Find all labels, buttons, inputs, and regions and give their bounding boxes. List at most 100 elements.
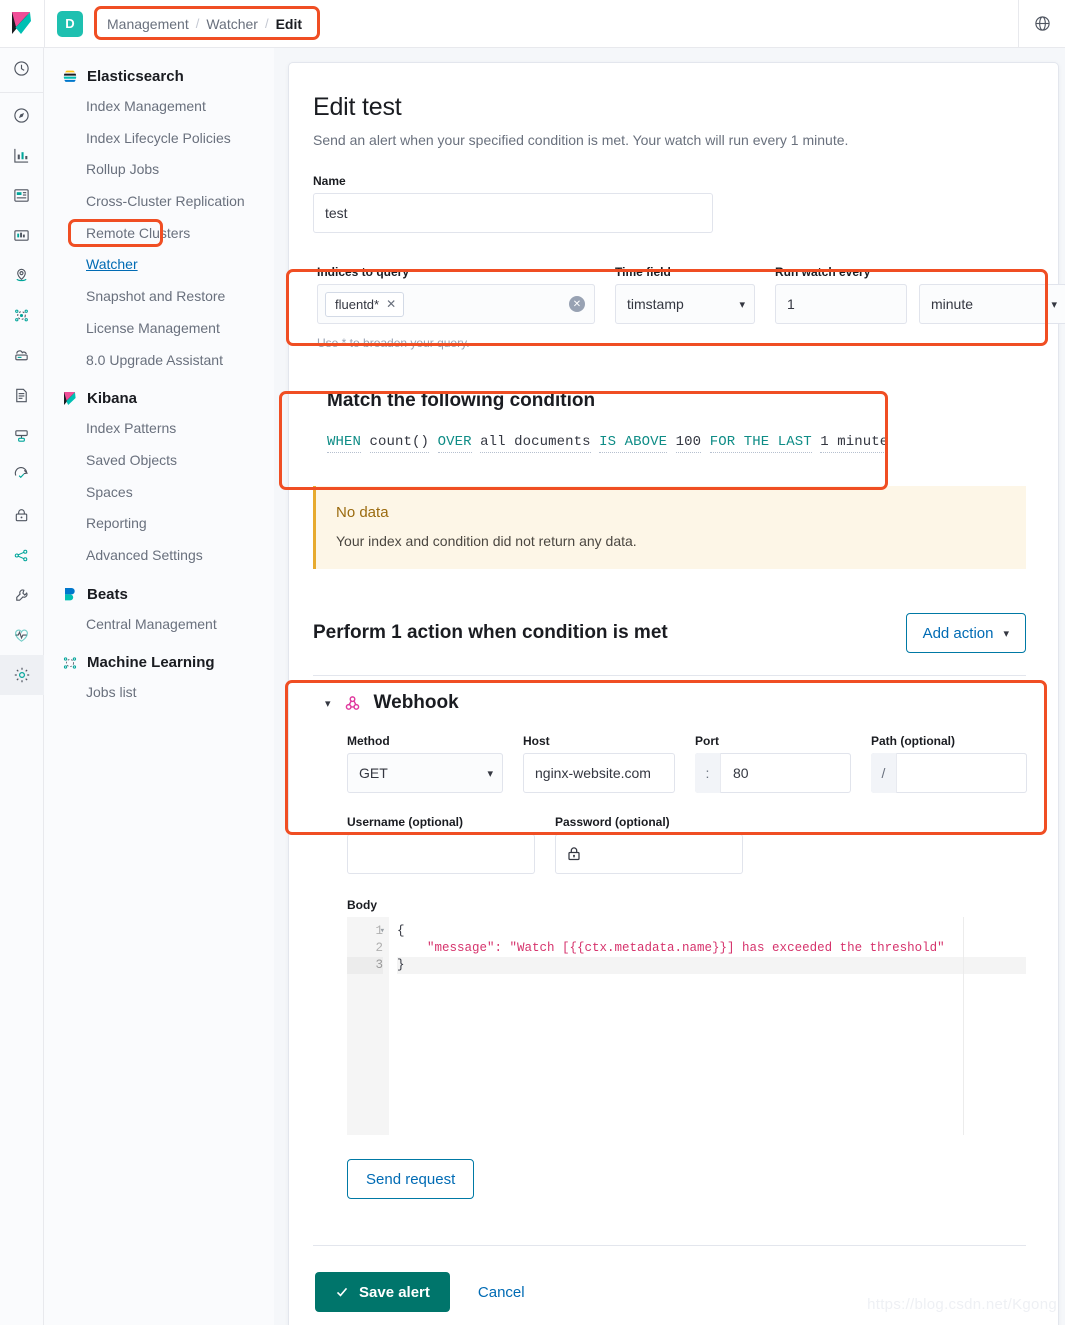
- indices-combobox[interactable]: fluentd* ✕ ✕: [317, 284, 595, 324]
- canvas-icon[interactable]: [0, 215, 44, 255]
- save-alert-button[interactable]: Save alert: [315, 1272, 450, 1312]
- breadcrumb-separator-2: /: [264, 16, 269, 31]
- indices-label: Indices to query: [317, 265, 410, 279]
- chevron-down-icon: ▾: [487, 767, 493, 780]
- username-input[interactable]: [347, 834, 535, 874]
- dashboard-icon[interactable]: [0, 175, 44, 215]
- editor-code-area[interactable]: { "message": "Watch [{{ctx.metadata.name…: [389, 917, 1026, 1135]
- breadcrumb-management[interactable]: Management: [107, 16, 189, 32]
- run-every-input[interactable]: [775, 284, 907, 324]
- sidebar-item-index-patterns[interactable]: Index Patterns: [44, 413, 274, 445]
- method-select[interactable]: GET ▾: [347, 753, 503, 793]
- query-config-row: Indices to query fluentd* ✕ ✕ Time field: [313, 259, 1065, 328]
- space-avatar[interactable]: D: [57, 10, 83, 37]
- name-input[interactable]: [313, 193, 713, 233]
- sidebar-item-spaces[interactable]: Spaces: [44, 477, 274, 509]
- time-field-label: Time field: [615, 265, 671, 279]
- condition-section: Match the following condition WHEN count…: [313, 378, 1026, 468]
- host-input[interactable]: [523, 753, 675, 793]
- dev-tools-icon[interactable]: [0, 575, 44, 615]
- sidebar-item-saved-objects[interactable]: Saved Objects: [44, 445, 274, 477]
- password-input[interactable]: [555, 834, 743, 874]
- chevron-down-icon[interactable]: ▾: [325, 697, 331, 710]
- sidebar-item-jobs-list[interactable]: Jobs list: [44, 677, 274, 709]
- gutter-line-1: 1 ▾: [347, 923, 385, 940]
- sidebar-item-license-management[interactable]: License Management: [44, 313, 274, 345]
- path-input-wrapper[interactable]: /: [871, 753, 1027, 793]
- port-input-wrapper[interactable]: : 80: [695, 753, 851, 793]
- webhook-header[interactable]: ▾ Webhook: [313, 676, 1026, 728]
- nav-group-label: Elasticsearch: [87, 68, 184, 85]
- condition-token-over[interactable]: OVER: [437, 434, 472, 453]
- body-code-editor[interactable]: 1 ▾ 2 3 { "message": "Watch [{{ctx.metada…: [347, 917, 1026, 1135]
- uptime-icon[interactable]: [0, 455, 44, 495]
- method-label: Method: [347, 734, 390, 748]
- clear-all-icon[interactable]: ✕: [569, 296, 585, 312]
- remove-index-icon[interactable]: ✕: [386, 298, 396, 310]
- recently-viewed-icon[interactable]: [0, 48, 44, 88]
- sidebar-item-rollup-jobs[interactable]: Rollup Jobs: [44, 154, 274, 186]
- fold-toggle-icon[interactable]: ▾: [380, 923, 385, 940]
- machine-learning-icon[interactable]: [0, 295, 44, 335]
- nav-group-title-beats: Beats: [44, 580, 274, 609]
- name-field-group: Name: [313, 174, 713, 233]
- run-every-unit-select[interactable]: minute ▾: [919, 284, 1065, 324]
- visualize-icon[interactable]: [0, 135, 44, 175]
- time-field-select[interactable]: timstamp ▾: [615, 284, 755, 324]
- sidebar-item-index-lifecycle-policies[interactable]: Index Lifecycle Policies: [44, 123, 274, 155]
- password-label: Password (optional): [555, 815, 670, 829]
- send-request-button[interactable]: Send request: [347, 1159, 475, 1199]
- code-line-1: {: [397, 924, 405, 938]
- cancel-button[interactable]: Cancel: [478, 1284, 525, 1301]
- sidebar-item-remote-clusters[interactable]: Remote Clusters: [44, 218, 274, 250]
- sidebar-item-advanced-settings[interactable]: Advanced Settings: [44, 540, 274, 572]
- apm-icon[interactable]: [0, 415, 44, 455]
- sidebar-item-index-management[interactable]: Index Management: [44, 91, 274, 123]
- infrastructure-icon[interactable]: [0, 335, 44, 375]
- sidebar-item-snapshot-and-restore[interactable]: Snapshot and Restore: [44, 281, 274, 313]
- condition-token-window[interactable]: 1 minute: [820, 434, 889, 453]
- maps-icon[interactable]: [0, 255, 44, 295]
- method-field-group: Method GET ▾: [347, 734, 503, 793]
- path-input[interactable]: [897, 753, 921, 793]
- add-action-label: Add action: [922, 624, 994, 642]
- code-line-3: }: [397, 957, 1026, 974]
- condition-token-agg[interactable]: count(): [369, 434, 430, 453]
- discover-icon[interactable]: [0, 95, 44, 135]
- host-label: Host: [523, 734, 550, 748]
- print-margin-guide: [963, 917, 964, 1135]
- body-label: Body: [347, 898, 377, 912]
- top-header: D Management / Watcher / Edit: [0, 0, 1065, 48]
- indices-field-group: Indices to query fluentd* ✕ ✕: [317, 265, 595, 324]
- header-right: [1018, 0, 1065, 48]
- port-input[interactable]: 80: [721, 753, 761, 793]
- condition-token-comparator[interactable]: IS ABOVE: [599, 434, 668, 453]
- sidebar-item-upgrade-assistant[interactable]: 8.0 Upgrade Assistant: [44, 345, 274, 377]
- management-gear-icon[interactable]: [0, 655, 44, 695]
- code-line-2: "message": "Watch [{{ctx.metadata.name}}…: [397, 940, 1026, 957]
- username-label: Username (optional): [347, 815, 464, 829]
- kibana-logo[interactable]: [0, 11, 44, 36]
- breadcrumb-watcher[interactable]: Watcher: [206, 16, 258, 32]
- sidebar-item-cross-cluster-replication[interactable]: Cross-Cluster Replication: [44, 186, 274, 218]
- sidebar-item-watcher[interactable]: Watcher: [44, 249, 274, 281]
- condition-token-scope[interactable]: all documents: [480, 434, 591, 453]
- index-pill[interactable]: fluentd* ✕: [325, 291, 405, 317]
- help-globe-icon[interactable]: [1019, 0, 1065, 48]
- condition-token-threshold[interactable]: 100: [675, 434, 702, 453]
- sidebar-item-central-management[interactable]: Central Management: [44, 609, 274, 641]
- graph-icon[interactable]: [0, 535, 44, 575]
- condition-token-when[interactable]: WHEN: [327, 434, 362, 453]
- sidebar-item-reporting[interactable]: Reporting: [44, 508, 274, 540]
- check-icon: [336, 1287, 348, 1297]
- condition-token-for-the-last[interactable]: FOR THE LAST: [709, 434, 812, 453]
- logs-icon[interactable]: [0, 375, 44, 415]
- add-action-button[interactable]: Add action ▾: [905, 613, 1026, 653]
- monitoring-icon[interactable]: [0, 615, 44, 655]
- time-field-value: timstamp: [627, 296, 684, 312]
- path-field-group: Path (optional) /: [871, 734, 1027, 793]
- watermark: https://blog.csdn.net/Kgong: [867, 1296, 1057, 1313]
- app-body: Elasticsearch Index Management Index Lif…: [0, 48, 1065, 1325]
- path-label: Path (optional): [871, 734, 955, 748]
- siem-icon[interactable]: [0, 495, 44, 535]
